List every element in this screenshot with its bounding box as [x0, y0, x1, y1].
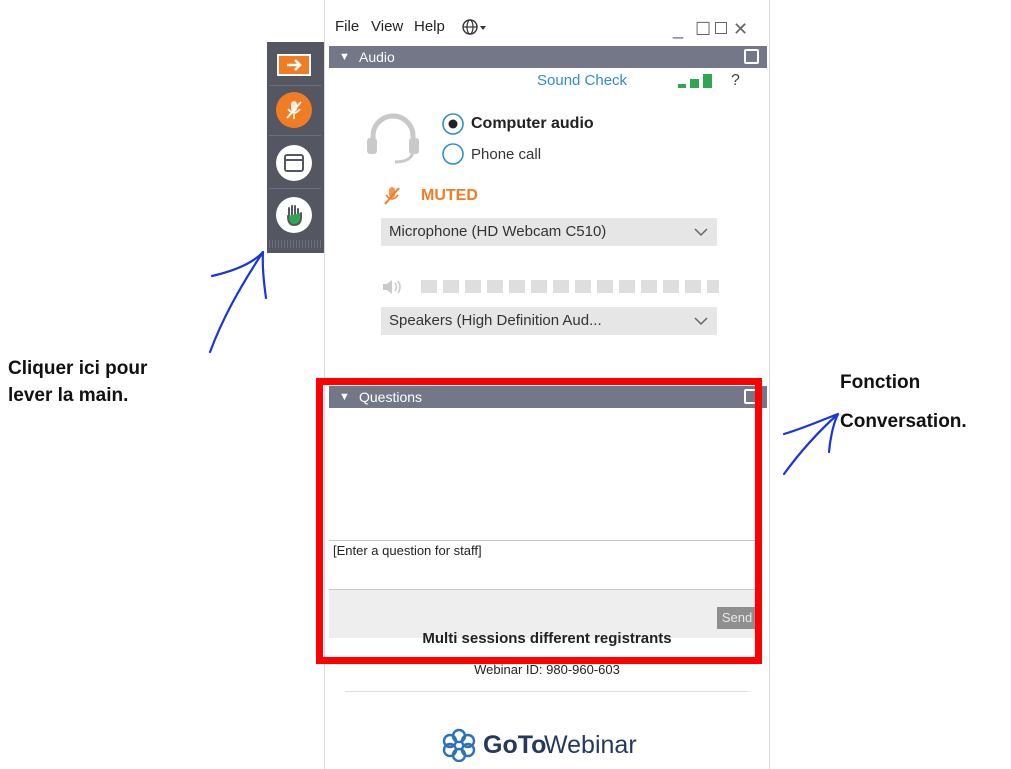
arrow-to-questions — [782, 412, 840, 476]
handwritten-arrows — [208, 250, 840, 476]
arrow-to-toolbar — [208, 250, 268, 354]
